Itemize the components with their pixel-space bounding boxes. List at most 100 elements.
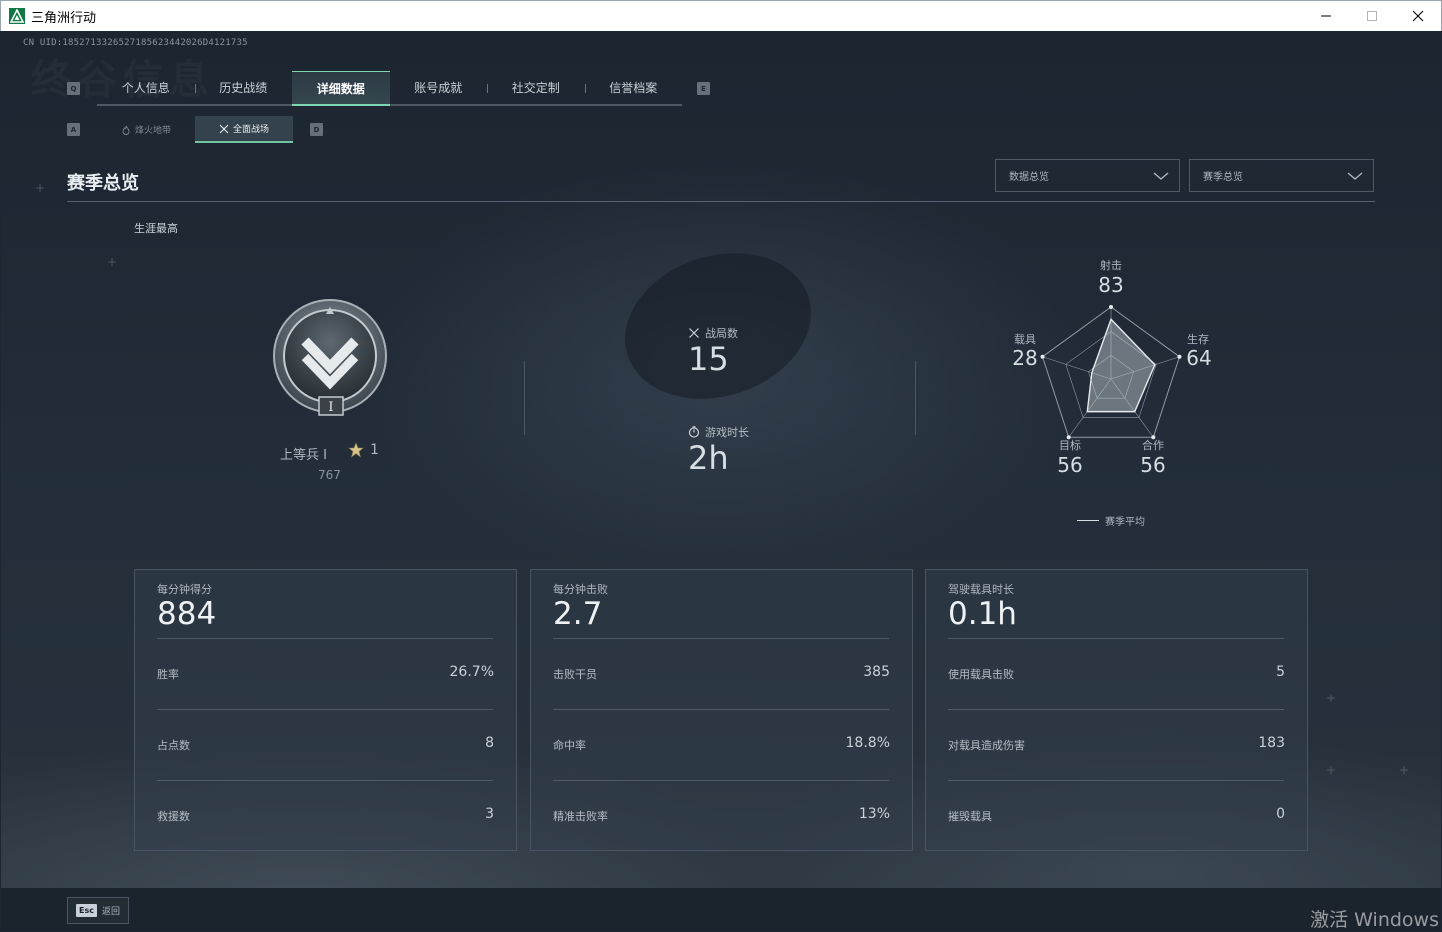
card-row-value: 3	[485, 806, 494, 822]
rank-name-text: 上等兵 I	[280, 448, 327, 463]
close-button[interactable]	[1395, 1, 1441, 31]
tab-detailed-data[interactable]: 详细数据	[292, 71, 390, 106]
card-divider	[948, 638, 1284, 639]
play-time-label-text: 游戏时长	[705, 426, 749, 439]
subtab-label: 烽火地带	[134, 126, 171, 136]
subtab-warfare[interactable]: 全面战场	[195, 116, 293, 143]
stat-card-vehicle: 驾驶载具时长 0.1h 使用载具击败 5 对载具造成伤害 183 摧毁载具 0	[925, 569, 1308, 851]
stat-card-score: 每分钟得分 884 胜率 26.7% 占点数 8 救援数 3	[134, 569, 517, 851]
rank-badge-numeral: I	[328, 400, 333, 415]
rank-badge-icon: I	[273, 299, 387, 416]
card-row-value: 0	[1276, 806, 1285, 822]
card-value: 2.7	[553, 596, 603, 632]
radar-label-vehicle: 载具	[1014, 333, 1036, 346]
card-divider	[948, 709, 1284, 710]
card-row-value: 26.7%	[449, 664, 494, 680]
activate-windows-watermark: 激活 Windows	[1310, 909, 1439, 931]
play-time-label: 游戏时长	[688, 424, 749, 440]
stat-card-kills: 每分钟击败 2.7 击败干员 385 命中率 18.8% 精准击败率 13%	[530, 569, 913, 851]
card-row-value: 5	[1276, 664, 1285, 680]
card-row-label: 摧毁载具	[948, 810, 992, 823]
decor-plus: +	[107, 255, 118, 269]
card-row-value: 13%	[858, 806, 890, 822]
play-time-value: 2h	[688, 439, 729, 477]
crossed-rifles-icon	[219, 124, 229, 133]
legend-label: 赛季平均	[1105, 517, 1145, 528]
radar-value-vehicle: 28	[1012, 346, 1038, 370]
card-row-label: 击败干员	[553, 668, 597, 681]
card-label: 每分钟得分	[157, 583, 212, 596]
radar-label-shooting: 射击	[1100, 259, 1122, 272]
card-divider	[948, 780, 1284, 781]
divider	[915, 361, 916, 435]
radar-vertex-dot	[1109, 305, 1113, 309]
tab-social[interactable]: 社交定制	[487, 71, 585, 104]
tab-label: 账号成就	[414, 81, 463, 95]
card-row-label: 使用载具击败	[948, 668, 1014, 681]
esc-key-hint: Esc	[76, 904, 97, 917]
radar-label-teamwork: 合作	[1142, 439, 1164, 452]
dropdown-value: 数据总览	[1009, 172, 1049, 183]
decor-plus: +	[1399, 763, 1410, 777]
window-titlebar: 三角洲行动	[0, 0, 1442, 31]
tab-credit-record[interactable]: 信誉档案	[584, 71, 683, 104]
match-count-label: 战局数	[688, 325, 738, 341]
match-count-value: 15	[688, 340, 729, 378]
flame-icon	[122, 125, 130, 135]
footer-bar	[1, 888, 1441, 931]
subtab-label: 全面战场	[232, 125, 269, 135]
tab-history[interactable]: 历史战绩	[194, 71, 293, 104]
divider	[524, 361, 525, 435]
decor-plus: +	[35, 181, 46, 195]
chevron-down-icon	[1153, 171, 1169, 180]
tab-prev-key[interactable]: Q	[67, 82, 80, 95]
card-row-value: 385	[863, 664, 890, 680]
rank-points: 767	[318, 468, 341, 482]
rank-stars: 1	[348, 442, 379, 458]
card-row-label: 命中率	[553, 739, 586, 752]
tab-label: 历史战绩	[219, 81, 268, 95]
card-divider	[157, 780, 493, 781]
card-row-label: 胜率	[157, 668, 179, 681]
card-divider	[157, 638, 493, 639]
tab-achievements[interactable]: 账号成就	[390, 71, 488, 104]
card-label: 每分钟击败	[553, 583, 608, 596]
minimize-button[interactable]	[1303, 1, 1349, 31]
back-button[interactable]: Esc 返回	[67, 897, 129, 924]
radar-value-teamwork: 56	[1140, 453, 1166, 477]
card-divider	[553, 638, 889, 639]
career-best-label: 生涯最高	[134, 222, 178, 235]
legend-line	[1077, 520, 1099, 521]
data-type-dropdown[interactable]: 数据总览	[995, 159, 1180, 192]
radar-label-survival: 生存	[1187, 333, 1209, 346]
card-row-label: 占点数	[157, 739, 190, 752]
season-dropdown[interactable]: 赛季总览	[1189, 159, 1374, 192]
radar-value-objective: 56	[1057, 453, 1083, 477]
subtab-hazard-zone[interactable]: 烽火地带	[97, 116, 195, 143]
radar-legend: 赛季平均	[1077, 513, 1145, 528]
decor-plus: +	[1326, 763, 1337, 777]
decor-plus: +	[1326, 691, 1337, 705]
maximize-button[interactable]	[1349, 1, 1395, 31]
card-divider	[553, 709, 889, 710]
card-row-value: 183	[1258, 735, 1285, 751]
tab-personal-info[interactable]: 个人信息	[97, 71, 195, 104]
card-row-label: 对载具造成伤害	[948, 739, 1025, 752]
tab-next-key[interactable]: E	[697, 82, 710, 95]
window-title: 三角洲行动	[31, 10, 97, 26]
radar-value-survival: 64	[1186, 346, 1212, 370]
star-icon	[348, 442, 364, 458]
card-row-label: 救援数	[157, 810, 190, 823]
subtab-next-key[interactable]: D	[310, 123, 323, 136]
subtab-prev-key[interactable]: A	[67, 123, 80, 136]
rank-star-count: 1	[370, 442, 379, 458]
radar-value-shooting: 83	[1098, 273, 1124, 297]
card-row-value: 8	[485, 735, 494, 751]
tab-label: 社交定制	[511, 81, 560, 95]
game-viewport: 终谷信息 + + + + + CN UID:185271332652718562…	[1, 31, 1441, 931]
card-row-value: 18.8%	[845, 735, 890, 751]
section-divider	[67, 201, 1375, 202]
tab-label: 详细数据	[316, 81, 365, 96]
rank-name: 上等兵 I	[280, 444, 327, 463]
section-title: 赛季总览	[67, 173, 139, 194]
